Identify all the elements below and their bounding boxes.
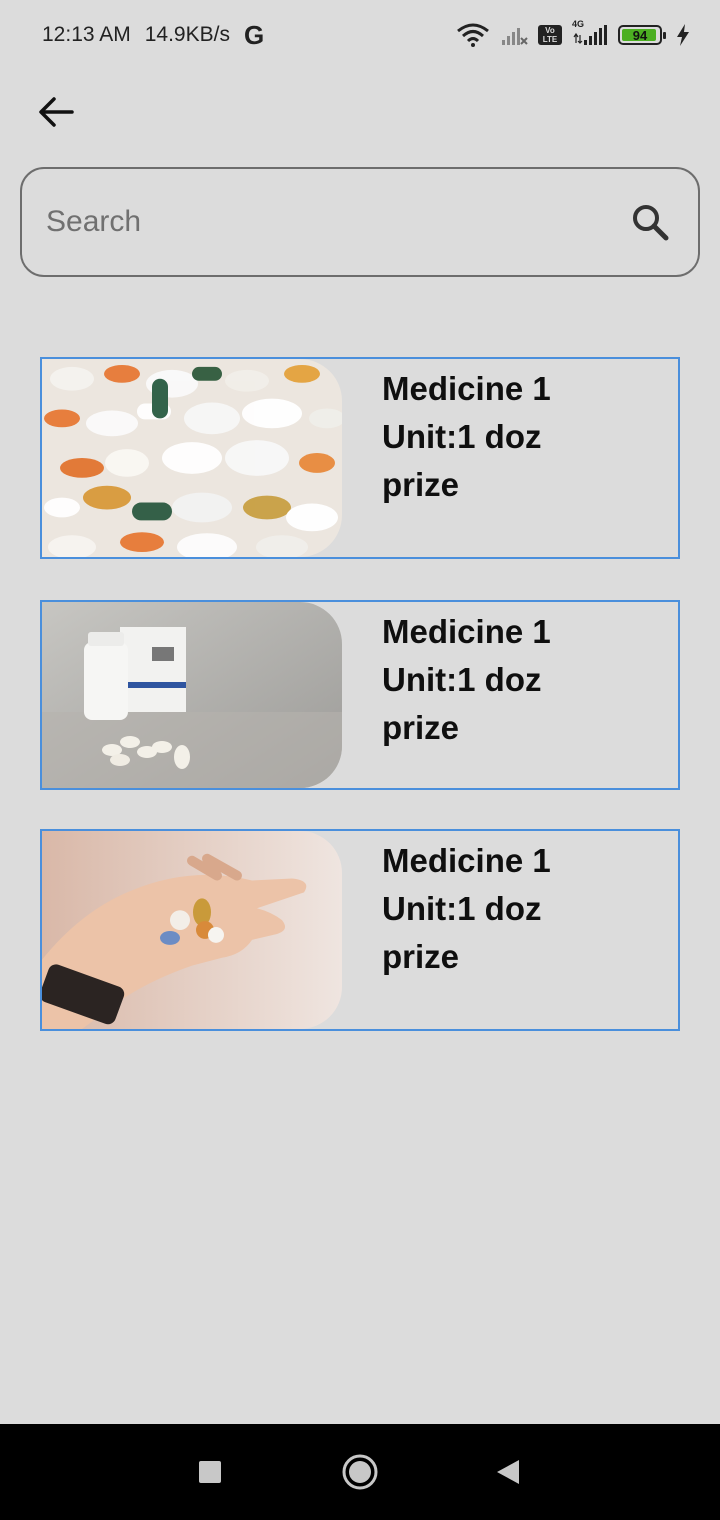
wifi-icon [456, 23, 490, 47]
medicine-unit: Unit:1 doz [382, 890, 542, 927]
battery-indicator: 94 [618, 25, 666, 45]
charging-bolt-icon [676, 24, 690, 46]
search-icon[interactable] [628, 200, 672, 244]
status-left: 12:13 AM 14.9KB/s G [42, 20, 264, 51]
medicine-card[interactable]: Medicine 1 Unit:1 doz prize [40, 357, 680, 559]
medicine-image [42, 359, 342, 557]
medicine-name: Medicine 1 [382, 842, 551, 879]
back-nav-button[interactable] [488, 1452, 528, 1492]
medicine-unit: Unit:1 doz [382, 418, 542, 455]
medicine-details: Medicine 1 Unit:1 doz prize [342, 359, 551, 557]
battery-level: 94 [632, 27, 648, 43]
status-bar: 12:13 AM 14.9KB/s G Vo LTE 4G 94 [0, 0, 720, 70]
medicine-card[interactable]: Medicine 1 Unit:1 doz prize [40, 600, 680, 790]
medicine-unit: Unit:1 doz [382, 661, 542, 698]
medicine-image [42, 831, 342, 1029]
home-button[interactable] [340, 1452, 380, 1492]
signal-4g-icon: 4G [572, 19, 608, 47]
back-button[interactable] [32, 88, 80, 136]
medicine-card[interactable]: Medicine 1 Unit:1 doz prize [40, 829, 680, 1031]
medicine-price: prize [382, 709, 460, 746]
volte-badge: Vo LTE [538, 25, 562, 45]
google-g-icon: G [243, 19, 265, 50]
medicine-search-screen: 12:13 AM 14.9KB/s G Vo LTE 4G 94 Search … [0, 0, 720, 1520]
signal-x-icon [500, 24, 528, 46]
back-arrow-icon [39, 97, 74, 127]
search-input[interactable] [46, 205, 628, 239]
medicine-name: Medicine 1 [382, 370, 551, 407]
medicine-details: Medicine 1 Unit:1 doz prize [342, 602, 551, 788]
recents-square-icon [199, 1461, 221, 1483]
medicine-price: prize [382, 466, 460, 503]
search-bar [20, 167, 700, 277]
recents-button[interactable] [190, 1452, 230, 1492]
medicine-image [42, 602, 342, 788]
network-speed: 14.9KB/s [144, 23, 230, 46]
back-triangle-icon [497, 1460, 519, 1484]
status-right: Vo LTE 4G 94 [456, 19, 690, 47]
medicine-details: Medicine 1 Unit:1 doz prize [342, 831, 551, 1029]
medicine-name: Medicine 1 [382, 613, 551, 650]
system-nav-bar [0, 1424, 720, 1520]
medicine-price: prize [382, 938, 460, 975]
home-circle-icon [342, 1454, 378, 1490]
status-time: 12:13 AM [42, 23, 131, 46]
